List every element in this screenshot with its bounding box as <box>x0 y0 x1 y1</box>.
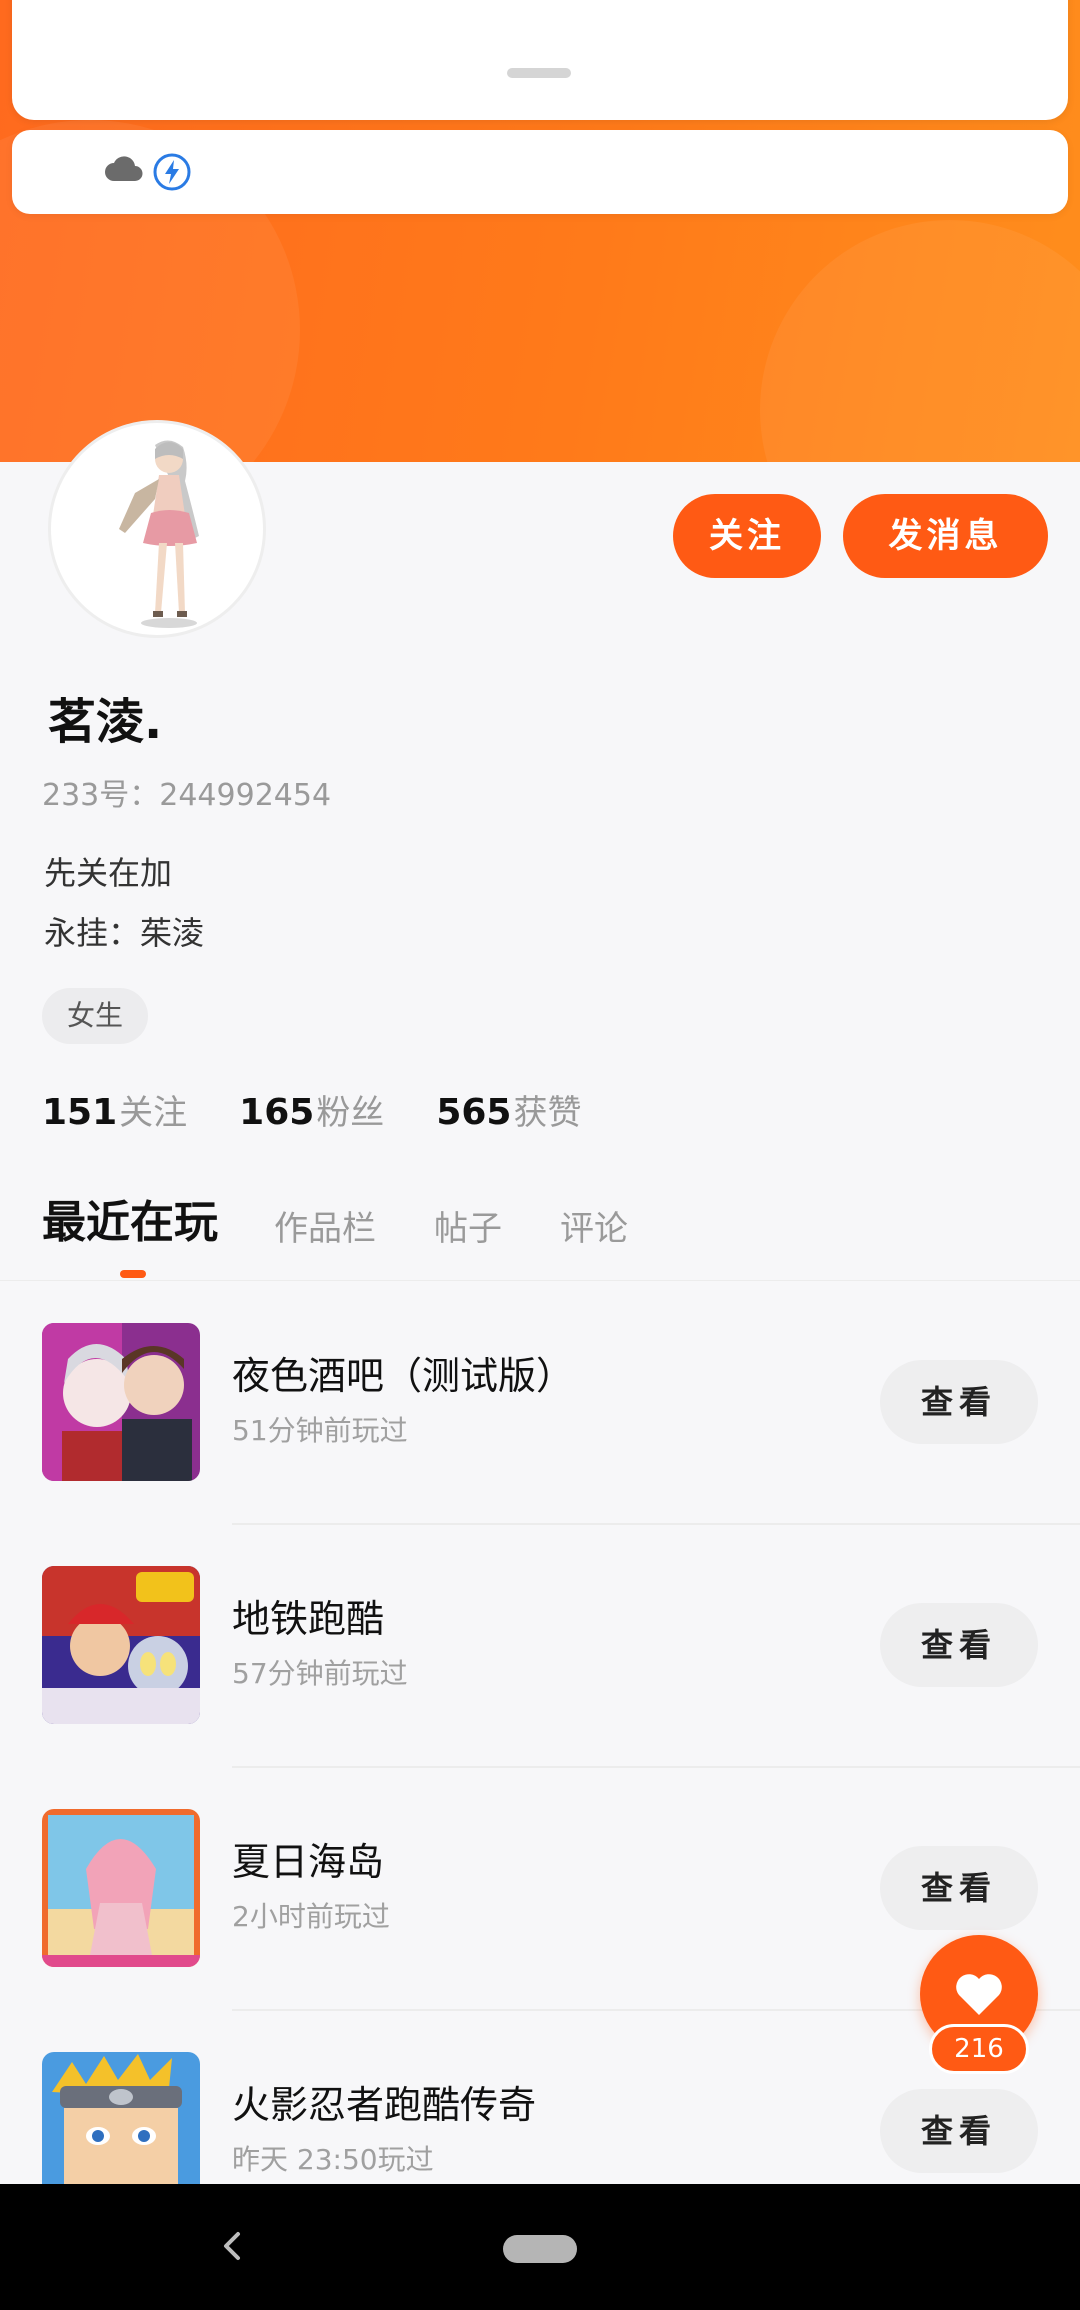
tab-recently-played[interactable]: 最近在玩 <box>42 1186 218 1250</box>
profile-tabs: 最近在玩 作品栏 帖子 评论 <box>42 1190 686 1250</box>
heart-icon <box>956 1974 1002 2015</box>
list-item[interactable]: 夜色酒吧（测试版） 51分钟前玩过 查看 <box>0 1323 1080 1566</box>
profile-nickname: 茗淩. <box>48 694 163 750</box>
tab-comments[interactable]: 评论 <box>560 1201 628 1250</box>
view-button[interactable]: 查看 <box>880 2089 1038 2173</box>
view-button[interactable]: 查看 <box>880 1360 1038 1444</box>
row-divider <box>232 1523 1080 1525</box>
profile-uid: 233号：244992454 <box>42 778 332 813</box>
game-last-played: 57分钟前玩过 <box>232 1657 408 1690</box>
stat-following-label: 关注 <box>119 1093 188 1133</box>
top-sheet-card <box>12 0 1068 120</box>
game-icon-summer-island <box>42 1809 200 1967</box>
back-chevron-icon[interactable] <box>218 2228 248 2264</box>
stat-likes-count: 565 <box>436 1092 512 1133</box>
stat-following-count: 151 <box>42 1092 118 1133</box>
game-title: 夏日海岛 <box>232 1840 385 1884</box>
stat-fans[interactable]: 165 粉丝 <box>239 1085 384 1134</box>
avatar-illustration-icon <box>119 440 199 628</box>
view-button[interactable]: 查看 <box>880 1603 1038 1687</box>
game-title: 夜色酒吧（测试版） <box>232 1354 575 1398</box>
game-last-played: 昨天 23:50玩过 <box>232 2143 434 2176</box>
stat-likes-label: 获赞 <box>513 1093 582 1133</box>
game-title: 地铁跑酷 <box>232 1597 385 1641</box>
profile-stats: 151 关注 165 粉丝 565 获赞 <box>42 1085 633 1139</box>
row-divider <box>232 1766 1080 1768</box>
game-icon-nightclub <box>42 1323 200 1481</box>
stat-following[interactable]: 151 关注 <box>42 1085 187 1134</box>
like-count-badge: 216 <box>929 2024 1029 2074</box>
game-title: 火影忍者跑酷传奇 <box>232 2083 537 2127</box>
profile-screen: 关注 发消息 茗淩. 233号：244992454 先关在加 永挂：茱淩 女生 … <box>0 0 1080 2310</box>
list-item[interactable]: 地铁跑酷 57分钟前玩过 查看 <box>0 1566 1080 1809</box>
game-icon-subway-surfers <box>42 1566 200 1724</box>
bolt-icon <box>153 153 191 191</box>
profile-bio-line-1: 先关在加 <box>44 854 173 892</box>
tab-works[interactable]: 作品栏 <box>274 1201 376 1250</box>
tabs-divider <box>0 1280 1080 1281</box>
stat-fans-label: 粉丝 <box>316 1093 385 1133</box>
stat-likes: 565 获赞 <box>436 1085 581 1134</box>
follow-button[interactable]: 关注 <box>673 494 821 578</box>
avatar[interactable] <box>48 420 266 638</box>
home-pill[interactable] <box>503 2235 577 2263</box>
tab-posts[interactable]: 帖子 <box>434 1201 502 1250</box>
view-button[interactable]: 查看 <box>880 1846 1038 1930</box>
game-last-played: 51分钟前玩过 <box>232 1414 408 1447</box>
cloud-icon <box>105 156 143 181</box>
active-tab-indicator <box>120 1270 146 1278</box>
send-message-button[interactable]: 发消息 <box>843 494 1048 578</box>
list-item[interactable]: 夏日海岛 2小时前玩过 查看 <box>0 1809 1080 2052</box>
gender-tag: 女生 <box>42 988 148 1044</box>
stat-fans-count: 165 <box>239 1092 315 1133</box>
profile-bio-line-2: 永挂：茱淩 <box>44 914 205 952</box>
drag-handle[interactable] <box>507 68 571 78</box>
game-last-played: 2小时前玩过 <box>232 1900 390 1933</box>
